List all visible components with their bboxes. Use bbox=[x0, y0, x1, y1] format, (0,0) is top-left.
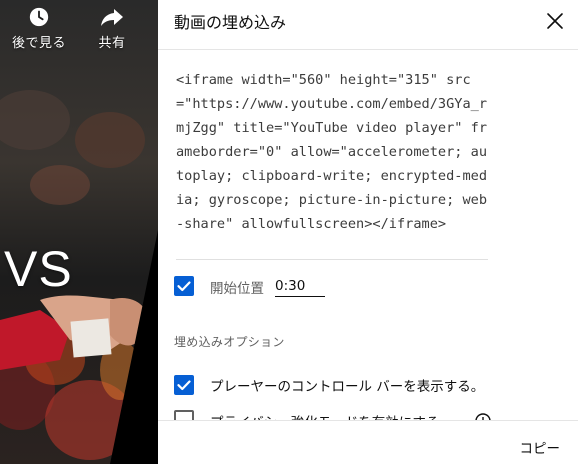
video-preview: 後で見る 共有 VS bbox=[0, 0, 158, 464]
clock-icon bbox=[29, 7, 49, 27]
video-thumbnail-image bbox=[0, 0, 158, 464]
share-button[interactable]: 共有 bbox=[80, 6, 144, 51]
embed-dialog: 動画の埋め込み <iframe width="560" height="315"… bbox=[158, 0, 578, 464]
dialog-header: 動画の埋め込み bbox=[158, 0, 578, 50]
watch-later-label: 後で見る bbox=[11, 36, 66, 51]
share-arrow-icon bbox=[101, 9, 123, 26]
embed-options-heading: 埋め込みオプション bbox=[174, 335, 285, 349]
watch-later-button[interactable]: 後で見る bbox=[7, 6, 71, 51]
embed-code-textarea[interactable]: <iframe width="560" height="315" src="ht… bbox=[176, 68, 488, 260]
start-at-checkbox[interactable] bbox=[174, 276, 194, 296]
close-icon bbox=[547, 13, 563, 29]
player-controls-label: プレーヤーのコントロール バーを表示する。 bbox=[210, 379, 485, 395]
checkmark-icon bbox=[177, 281, 191, 292]
start-at-input[interactable] bbox=[275, 275, 325, 297]
checkmark-icon bbox=[177, 380, 191, 391]
video-overlay-text: VS bbox=[4, 241, 73, 297]
player-controls-checkbox[interactable] bbox=[174, 375, 194, 395]
dialog-footer: コピー bbox=[158, 420, 578, 464]
dialog-title: 動画の埋め込み bbox=[174, 13, 287, 32]
start-at-label: 開始位置 bbox=[210, 281, 264, 297]
copy-button[interactable]: コピー bbox=[520, 437, 561, 457]
share-label: 共有 bbox=[98, 36, 126, 51]
close-button[interactable] bbox=[544, 10, 566, 32]
